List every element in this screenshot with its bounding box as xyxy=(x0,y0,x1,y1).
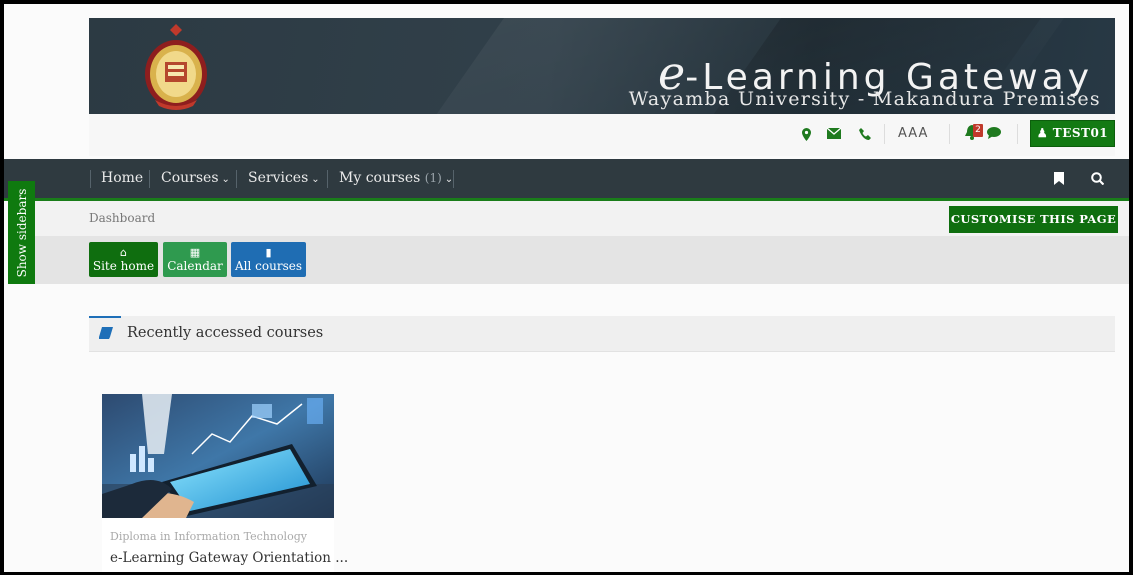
recent-courses-title: Recently accessed courses xyxy=(127,325,324,341)
phone-icon[interactable] xyxy=(859,128,871,144)
nav-my-courses[interactable]: My courses (1) ⌄ xyxy=(339,159,453,198)
book-icon xyxy=(99,327,113,339)
show-sidebars-toggle[interactable]: Show sidebars xyxy=(8,181,35,284)
course-card[interactable]: Diploma in Information Technology e-Lear… xyxy=(102,394,348,572)
site-banner: e-Learning Gateway Wayamba University - … xyxy=(89,18,1115,114)
notification-count-badge: 2 xyxy=(973,124,983,137)
customise-page-button[interactable]: CUSTOMISE THIS PAGE xyxy=(949,206,1118,233)
home-icon: ⌂ xyxy=(120,246,127,259)
font-size-toggle[interactable]: AAA xyxy=(898,126,928,141)
calendar-button[interactable]: ▦ Calendar xyxy=(163,242,227,277)
main-navigation: Home Courses ⌄ Services ⌄ My courses (1) ⌄ xyxy=(4,159,1129,201)
breadcrumb[interactable]: Dashboard xyxy=(89,211,155,225)
browser-frame: e-Learning Gateway Wayamba University - … xyxy=(0,0,1133,575)
nav-services[interactable]: Services ⌄ xyxy=(248,159,320,198)
university-crest-logo[interactable] xyxy=(141,22,211,110)
messages-icon[interactable] xyxy=(987,127,1001,139)
site-home-button[interactable]: ⌂ Site home xyxy=(89,242,158,277)
nav-courses[interactable]: Courses ⌄ xyxy=(161,159,230,198)
site-subtitle: Wayamba University - Makandura Premises xyxy=(628,88,1101,110)
book-icon: ▮ xyxy=(265,246,272,259)
chevron-down-icon: ⌄ xyxy=(311,174,320,185)
utility-bar: AAA 2 ♟ TEST01 xyxy=(89,114,1115,156)
chevron-down-icon: ⌄ xyxy=(221,174,230,185)
envelope-icon[interactable] xyxy=(826,127,842,143)
bookmark-icon[interactable] xyxy=(1041,159,1077,198)
recent-courses-header: Recently accessed courses xyxy=(89,316,1115,352)
breadcrumb-bar: Dashboard CUSTOMISE THIS PAGE xyxy=(8,201,1129,236)
course-name[interactable]: e-Learning Gateway Orientation ... xyxy=(110,550,348,566)
course-image[interactable] xyxy=(102,394,334,518)
chevron-down-icon: ⌄ xyxy=(444,174,454,185)
course-category: Diploma in Information Technology xyxy=(110,530,307,543)
user-menu-button[interactable]: ♟ TEST01 xyxy=(1030,120,1115,147)
user-icon: ♟ xyxy=(1036,126,1049,140)
search-icon[interactable] xyxy=(1079,159,1115,198)
nav-home[interactable]: Home xyxy=(101,159,143,198)
map-marker-icon[interactable] xyxy=(802,128,811,145)
calendar-icon: ▦ xyxy=(189,246,201,259)
quick-links-bar: ⌂ Site home ▦ Calendar ▮ All courses xyxy=(8,236,1129,284)
all-courses-button[interactable]: ▮ All courses xyxy=(231,242,306,277)
